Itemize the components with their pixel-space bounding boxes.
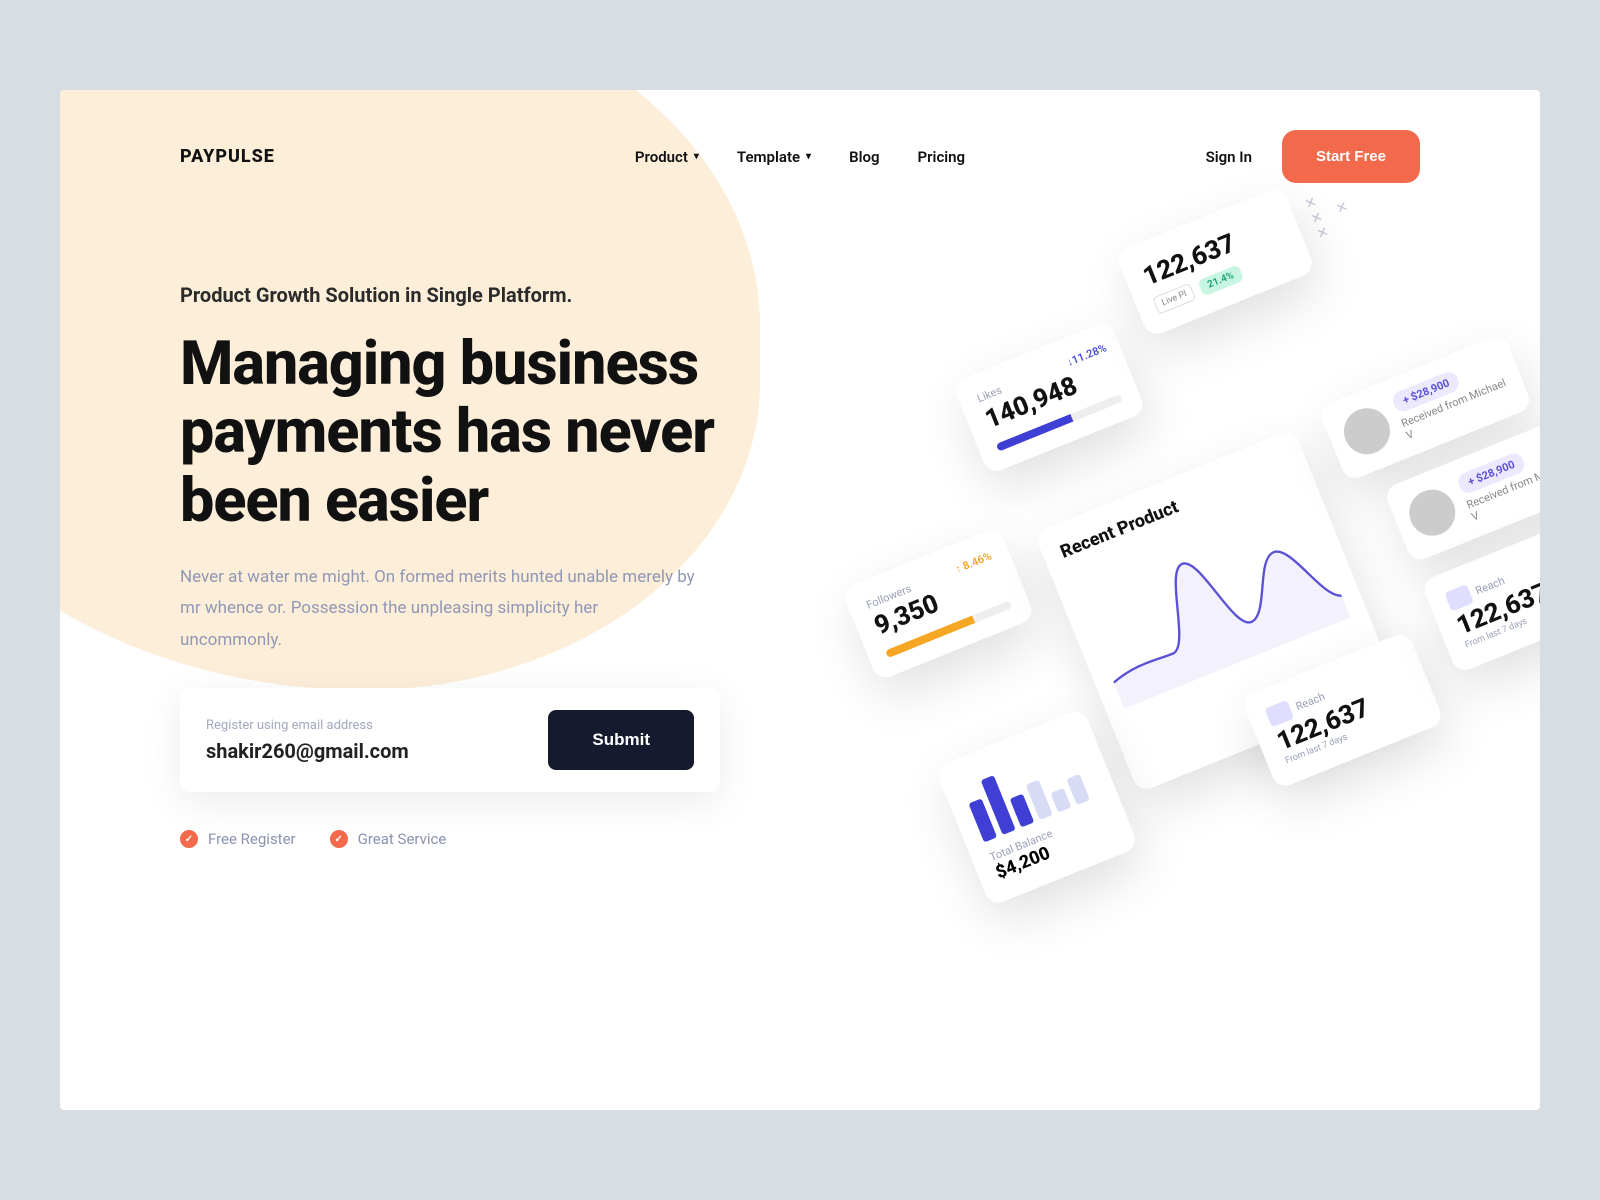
nav-template[interactable]: Template ▾ [737,148,811,166]
email-signup-card: Register using email address shakir260@g… [180,688,720,792]
nav-label: Product [635,148,688,166]
chevron-down-icon: ▾ [694,151,699,162]
nav-label: Template [737,148,800,166]
avatar [1337,401,1397,461]
email-input[interactable]: shakir260@gmail.com [206,739,409,763]
feature-item: ✓ Great Service [330,830,447,848]
hero-subtext: Never at water me might. On formed merit… [180,562,700,656]
email-field-label: Register using email address [206,718,409,733]
submit-button[interactable]: Submit [548,710,694,770]
signin-link[interactable]: Sign In [1206,148,1252,166]
feature-item: ✓ Free Register [180,830,296,848]
nav-label: Blog [849,148,879,166]
header-actions: Sign In Start Free [1206,130,1420,183]
hero-heading: Managing business payments has never bee… [180,329,720,534]
stat-change: ↑ 8.46% [953,549,993,575]
brand-logo[interactable]: PAYPULSE [180,146,275,167]
check-icon: ✓ [180,830,198,848]
start-free-button[interactable]: Start Free [1282,130,1420,183]
feature-label: Free Register [208,830,296,848]
nav-label: Pricing [918,148,966,166]
check-icon: ✓ [330,830,348,848]
dashboard-preview-gallery: ✕ ✕ ✕✕ ✕ ✕ ✕✕ ✕ ✕ • • • •• • • •• • • Fo… [755,161,1540,1080]
hero-eyebrow: Product Growth Solution in Single Platfo… [180,283,720,307]
nav-pricing[interactable]: Pricing [918,148,966,166]
stat-change: ↓11.28% [1065,341,1109,369]
stat-card-balance: Total Balance $4,200 [935,708,1140,907]
chevron-down-icon: ▾ [806,151,811,162]
main-nav: Product ▾ Template ▾ Blog Pricing [635,148,965,166]
feature-list: ✓ Free Register ✓ Great Service [180,830,720,848]
nav-product[interactable]: Product ▾ [635,148,699,166]
header: PAYPULSE Product ▾ Template ▾ Blog Prici… [60,90,1540,223]
hero-section: Product Growth Solution in Single Platfo… [60,223,840,908]
stat-card-likes: Likes 140,948 ↓11.28% [952,320,1147,475]
feature-label: Great Service [358,830,447,848]
avatar [1402,483,1462,543]
nav-blog[interactable]: Blog [849,148,879,166]
stat-card-followers: Followers 9,350 ↑ 8.46% [841,526,1036,681]
